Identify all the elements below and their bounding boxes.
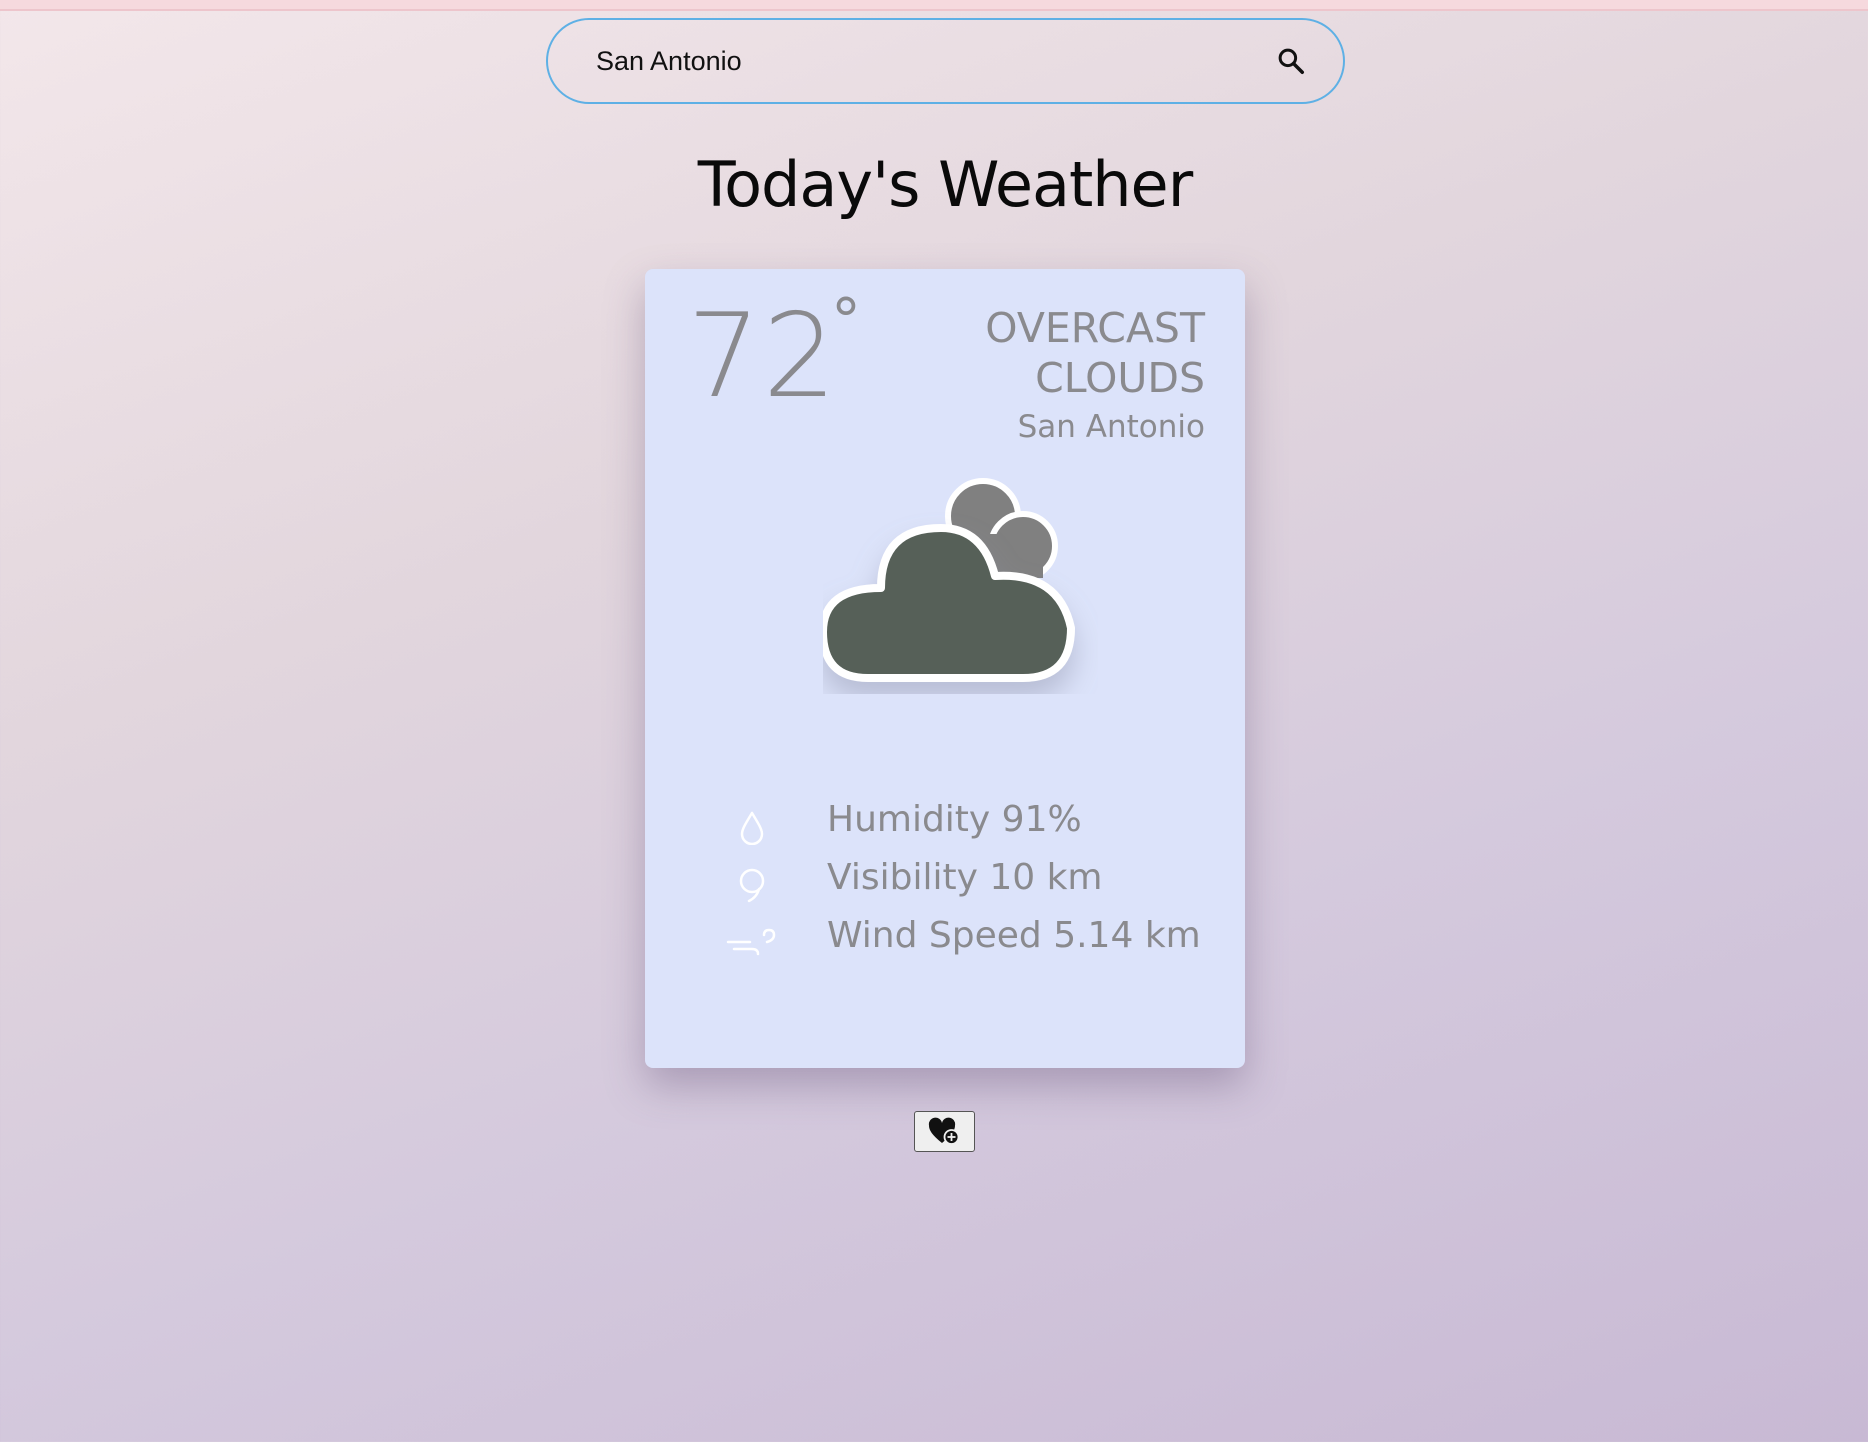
page-title: Today's Weather <box>697 148 1193 221</box>
visibility-text: Visibility 10 km <box>827 857 1103 898</box>
search-input[interactable] <box>596 20 1236 102</box>
wind-speed-text: Wind Speed 5.14 km <box>827 915 1201 956</box>
humidity-drop-icon <box>740 811 764 845</box>
add-favorite-button[interactable] <box>914 1111 975 1152</box>
humidity-row: Humidity 91% <box>717 799 1217 857</box>
weather-description: overcast clouds <box>985 304 1205 402</box>
visibility-row: Visibility 10 km <box>717 857 1217 915</box>
humidity-text: Humidity 91% <box>827 799 1082 840</box>
search-icon <box>1278 48 1304 74</box>
overcast-clouds-icon <box>823 478 1075 682</box>
temperature-value: 72 <box>687 289 839 424</box>
wind-icon <box>726 928 776 956</box>
city-name: San Antonio <box>1017 409 1205 445</box>
heart-plus-icon <box>928 1117 959 1145</box>
visibility-icon <box>739 868 765 903</box>
top-strip <box>0 0 1868 11</box>
search-button[interactable] <box>1264 34 1318 88</box>
weather-stats: Humidity 91% Visibility 10 km Wind Speed… <box>717 799 1217 973</box>
degree-symbol: ° <box>831 286 861 356</box>
weather-card: 72 ° overcast clouds San Antonio Humid <box>645 269 1245 1068</box>
wind-row: Wind Speed 5.14 km <box>717 915 1217 973</box>
search-bar <box>546 18 1345 104</box>
